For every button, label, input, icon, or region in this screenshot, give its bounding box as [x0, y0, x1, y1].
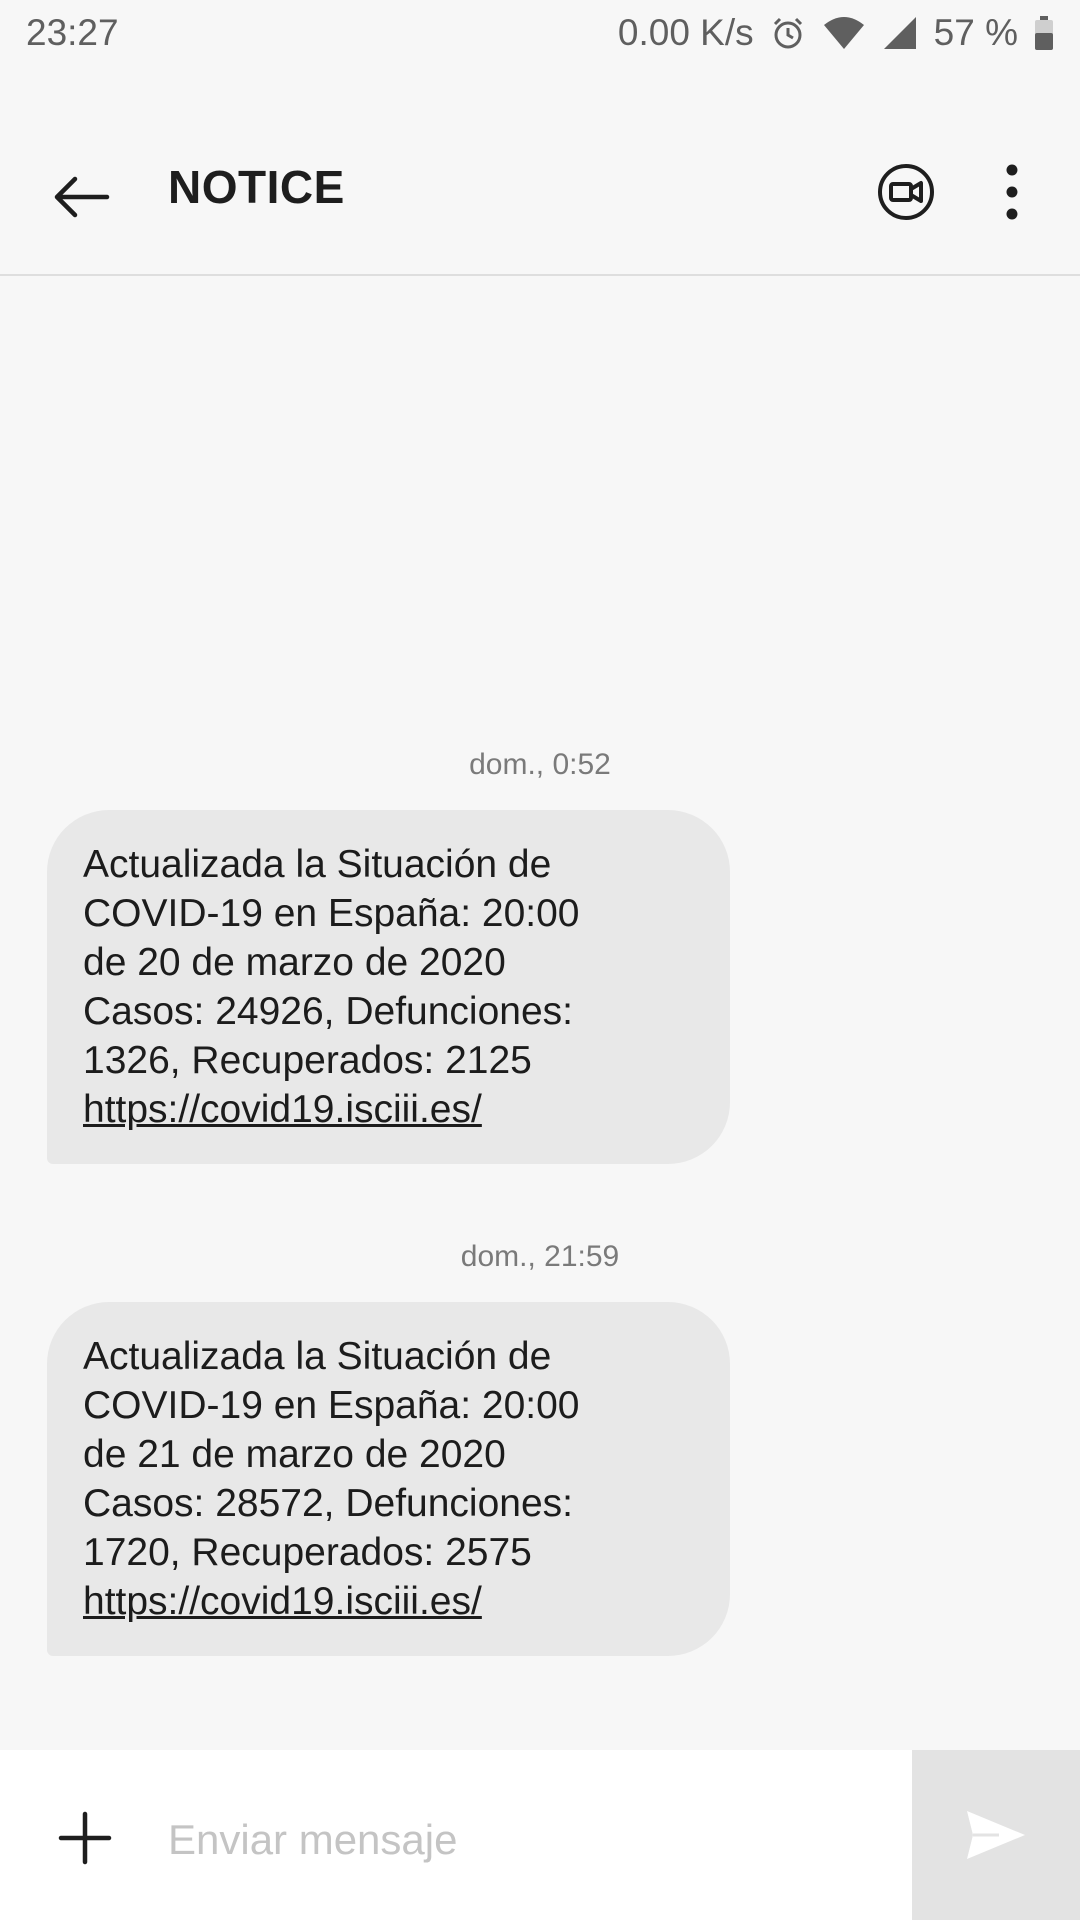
message-composer — [0, 1750, 1080, 1920]
message-text-line: Actualizada la Situación de — [83, 843, 552, 886]
message-text-line: 1326, Recuperados: 2125 — [83, 1039, 532, 1082]
message-text-line: de 21 de marzo de 2020 — [83, 1433, 506, 1476]
alarm-icon — [770, 15, 806, 51]
battery-level: 57 % — [933, 12, 1018, 53]
message-list[interactable]: dom., 0:52 Actualizada la Situación de C… — [0, 276, 1080, 1750]
status-indicators: 0.00 K/s 57 % — [618, 12, 1054, 54]
message-text-line: Casos: 28572, Defunciones: — [83, 1482, 573, 1525]
status-time: 23:27 — [26, 12, 119, 53]
plus-icon — [58, 1811, 112, 1865]
back-button[interactable] — [40, 156, 122, 238]
contact-name: NOTICE — [168, 161, 345, 213]
message-link[interactable]: https://covid19.isciii.es/ — [83, 1085, 694, 1134]
message-text-line: COVID-19 en España: 20:00 — [83, 892, 580, 935]
video-call-icon — [878, 164, 934, 220]
send-button[interactable] — [912, 1750, 1080, 1920]
message-text-line: Actualizada la Situación de — [83, 1335, 552, 1378]
message-bubble[interactable]: Actualizada la Situación de COVID-19 en … — [47, 1302, 730, 1656]
message-timestamp: dom., 0:52 — [469, 748, 611, 781]
message-text-line: de 20 de marzo de 2020 — [83, 941, 506, 984]
arrow-left-icon — [54, 176, 110, 218]
message-input[interactable] — [168, 1800, 868, 1880]
message-text-line: 1720, Recuperados: 2575 — [83, 1531, 532, 1574]
send-icon — [967, 1811, 1025, 1859]
more-vertical-icon — [1006, 164, 1018, 220]
wifi-icon — [822, 15, 866, 51]
attach-button[interactable] — [55, 1808, 115, 1868]
conversation-header: NOTICE — [0, 66, 1080, 276]
signal-icon — [882, 15, 918, 51]
message-link[interactable]: https://covid19.isciii.es/ — [83, 1577, 694, 1626]
video-call-button[interactable] — [870, 156, 942, 228]
more-options-button[interactable] — [982, 156, 1042, 228]
message-timestamp: dom., 21:59 — [460, 1240, 620, 1273]
message-bubble[interactable]: Actualizada la Situación de COVID-19 en … — [47, 810, 730, 1164]
network-speed: 0.00 K/s — [617, 12, 754, 53]
battery-icon — [1034, 15, 1054, 51]
status-bar: 23:27 0.00 K/s 57 % — [0, 0, 1080, 66]
message-text-line: Casos: 24926, Defunciones: — [83, 990, 573, 1033]
message-text-line: COVID-19 en España: 20:00 — [83, 1384, 580, 1427]
